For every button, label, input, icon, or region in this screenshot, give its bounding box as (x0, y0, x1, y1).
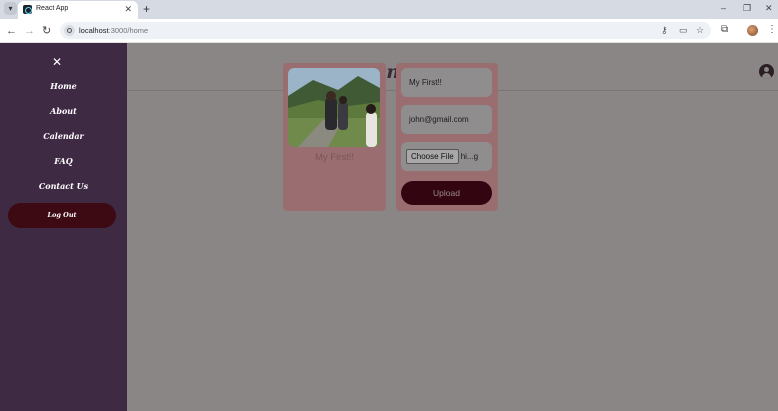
sidebar-menu: ✕ Home About Calendar FAQ Contact Us Log… (0, 43, 127, 411)
browser-menu-icon[interactable]: ⋮ (767, 24, 777, 36)
sidebar-close-icon[interactable]: ✕ (52, 55, 62, 69)
new-tab-button[interactable]: + (143, 2, 150, 16)
password-key-icon[interactable]: ⚷ (661, 25, 668, 36)
account-circle-icon[interactable] (759, 64, 774, 79)
browser-tab[interactable]: React App ✕ (18, 1, 138, 19)
url-host: localhost (79, 26, 109, 35)
account-head-shape (764, 67, 769, 72)
email-input[interactable]: john@gmail.com (401, 105, 492, 134)
sidebar-item-about[interactable]: About (0, 106, 127, 116)
browser-toolbar: ← → ↻ localhost:3000/home ⚷ ▭ ☆ ⧉ ⋮ (0, 19, 778, 43)
account-body-shape (762, 73, 771, 79)
profile-avatar[interactable] (747, 25, 758, 36)
sidebar-item-faq[interactable]: FAQ (0, 156, 127, 166)
url-path: :3000/home (108, 26, 149, 35)
back-arrow-icon[interactable]: ← (6, 24, 17, 38)
selected-file-name: hi...g (460, 152, 479, 162)
forward-arrow-icon[interactable]: → (24, 24, 35, 38)
sidebar-item-home[interactable]: Home (0, 81, 127, 91)
post-card[interactable]: My First!! (283, 63, 386, 211)
url-text: localhost:3000/home (79, 26, 148, 35)
upload-form: My First!! john@gmail.com Choose File hi.… (396, 63, 498, 211)
tab-title: React App (36, 5, 69, 12)
photo-image (288, 68, 380, 147)
address-bar[interactable]: localhost:3000/home ⚷ ▭ ☆ (60, 22, 711, 39)
post-photo[interactable] (288, 68, 380, 147)
post-caption: My First!! (314, 152, 355, 163)
choose-file-button[interactable]: Choose File (406, 149, 459, 165)
restore-icon[interactable]: ❐ (743, 3, 751, 13)
extensions-puzzle-icon[interactable]: ⧉ (721, 24, 728, 36)
sidebar-item-calendar[interactable]: Calendar (0, 131, 127, 141)
install-app-icon[interactable]: ▭ (679, 25, 688, 36)
minimize-icon[interactable]: – (721, 3, 726, 13)
title-input[interactable]: My First!! (401, 68, 492, 97)
browser-tab-strip: ▾ React App ✕ + – ❐ ✕ (0, 0, 778, 19)
file-input[interactable]: Choose File hi...g (401, 142, 492, 171)
window-close-icon[interactable]: ✕ (765, 3, 773, 13)
logout-button[interactable]: Log Out (8, 203, 116, 228)
tab-list-chevron-icon[interactable]: ▾ (4, 2, 17, 15)
upload-button[interactable]: Upload (401, 181, 492, 205)
react-favicon-icon (23, 5, 32, 14)
bookmark-star-icon[interactable]: ☆ (696, 25, 704, 36)
reload-icon[interactable]: ↻ (42, 24, 51, 38)
tab-close-icon[interactable]: ✕ (124, 4, 132, 14)
sidebar-item-contact-us[interactable]: Contact Us (0, 181, 127, 191)
site-info-icon[interactable] (64, 25, 75, 36)
